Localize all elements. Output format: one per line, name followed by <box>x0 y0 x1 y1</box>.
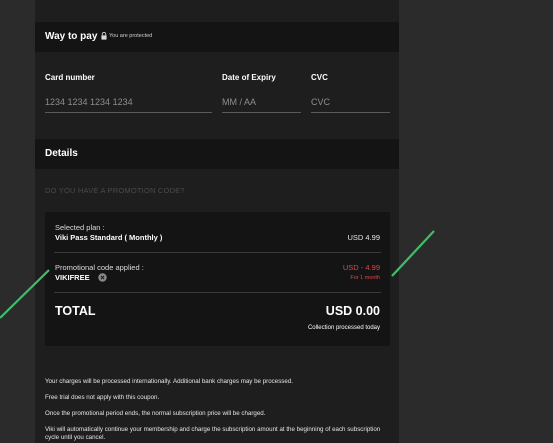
checkout-panel: Way to pay You are protected Card number… <box>35 0 399 443</box>
promo-code-value: VIKIFREE <box>55 273 90 282</box>
billing-note: Your charges will be processed internati… <box>45 378 293 385</box>
selected-plan-label: Selected plan : <box>55 223 105 232</box>
total-label: TOTAL <box>55 304 96 318</box>
expiry-input[interactable] <box>222 92 301 113</box>
way-to-pay-title: Way to pay <box>45 31 98 42</box>
selected-plan-name: Viki Pass Standard ( Monthly ) <box>55 233 163 242</box>
promo-applied-label: Promotional code applied : <box>55 263 144 272</box>
billing-note: Viki will automatically continue your me… <box>45 426 381 441</box>
protected-note: You are protected <box>109 33 153 39</box>
remove-coupon-icon[interactable] <box>98 273 107 282</box>
collection-note: Collection processed today <box>307 325 380 331</box>
way-to-pay-header: Way to pay You are protected <box>35 22 399 52</box>
lock-icon <box>101 32 107 40</box>
plan-price: USD 4.99 <box>347 233 380 242</box>
details-title: Details <box>45 148 78 159</box>
promo-code-link[interactable]: DO YOU HAVE A PROMOTION CODE? <box>45 186 185 195</box>
cvc-label: CVC <box>311 73 328 82</box>
protection-badge: You are protected <box>101 32 152 40</box>
expiry-label: Date of Expiry <box>222 73 276 82</box>
cvc-input[interactable] <box>311 92 390 113</box>
card-number-label: Card number <box>45 73 95 82</box>
summary-divider <box>54 292 381 293</box>
promo-discount: USD - 4.99 <box>342 263 380 272</box>
summary-divider <box>54 252 381 253</box>
order-summary: Selected plan : Viki Pass Standard ( Mon… <box>45 212 390 346</box>
details-header: Details <box>35 139 399 169</box>
checkout-page: Way to pay You are protected Card number… <box>0 0 553 443</box>
billing-note: Free trial does not apply with this coup… <box>45 394 160 401</box>
billing-note: Once the promotional period ends, the no… <box>45 410 266 417</box>
promo-duration: For 1 month <box>350 275 380 281</box>
card-number-input[interactable] <box>45 92 212 113</box>
total-value: USD 0.00 <box>325 304 380 318</box>
